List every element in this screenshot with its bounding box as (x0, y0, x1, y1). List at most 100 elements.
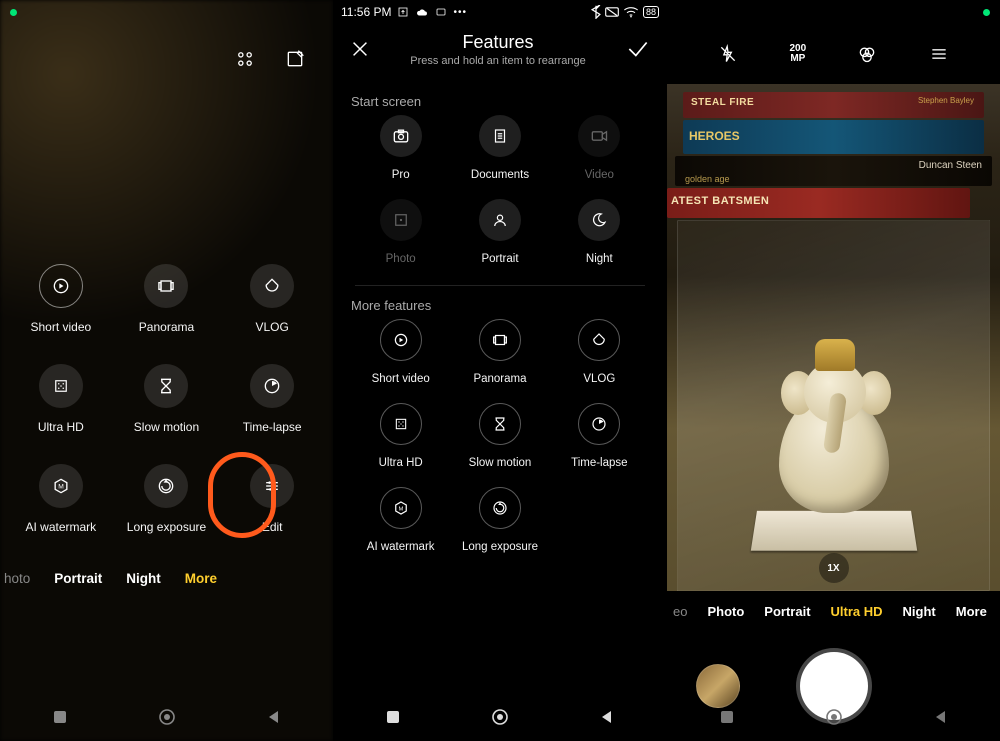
book-spine-text: STEAL FIRE (691, 97, 754, 108)
label: VLOG (255, 320, 288, 334)
close-icon[interactable] (349, 38, 371, 60)
feature-panorama[interactable]: Panorama (114, 264, 220, 334)
nav-home-icon[interactable] (158, 708, 176, 726)
item-short-video[interactable]: Short video (351, 319, 450, 385)
camera-mode-strip[interactable]: hoto Portrait Night More (0, 558, 333, 598)
item-vlog[interactable]: VLOG (550, 319, 649, 385)
resolution-indicator[interactable]: 200 MP (790, 44, 807, 64)
item-ultra-hd[interactable]: Ultra HD (351, 403, 450, 469)
item-video[interactable]: Video (550, 115, 649, 181)
mode-more[interactable]: More (185, 571, 217, 586)
feature-time-lapse[interactable]: Time-lapse (219, 364, 325, 434)
nav-back-icon[interactable] (266, 709, 282, 725)
label: Slow motion (469, 457, 532, 469)
item-panorama[interactable]: Panorama (450, 319, 549, 385)
label: AI watermark (25, 520, 96, 534)
compose-icon[interactable] (285, 49, 305, 69)
label: Slow motion (134, 420, 199, 434)
nav-home-icon[interactable] (491, 708, 509, 726)
item-time-lapse[interactable]: Time-lapse (550, 403, 649, 469)
nav-back-icon[interactable] (933, 709, 949, 725)
battery-indicator: 88 (643, 6, 659, 18)
label: Ultra HD (379, 457, 423, 469)
screenshot-camera-viewfinder: 200 MP STEAL FIRE Stephen Bayley HEROES … (667, 0, 1000, 741)
feature-short-video[interactable]: Short video (8, 264, 114, 334)
mode-portrait[interactable]: Portrait (764, 604, 810, 619)
filters-icon[interactable] (857, 44, 877, 64)
item-long-exposure[interactable]: Long exposure (450, 487, 549, 553)
mode-night[interactable]: Night (903, 604, 936, 619)
item-night[interactable]: Night (550, 199, 649, 265)
status-cloud-icon (415, 6, 429, 18)
label: Edit (262, 520, 283, 534)
nav-home-icon[interactable] (825, 708, 843, 726)
book-spine-text: HEROES (689, 129, 740, 143)
android-nav-bar (0, 693, 333, 741)
nav-recent-icon[interactable] (719, 709, 735, 725)
label: AI watermark (367, 541, 435, 553)
mode-portrait[interactable]: Portrait (54, 571, 102, 586)
mode-night[interactable]: Night (126, 571, 161, 586)
mode-ultra-hd[interactable]: Ultra HD (831, 604, 883, 619)
feature-long-exposure[interactable]: Long exposure (114, 464, 220, 534)
label: Photo (386, 253, 416, 265)
section-start-screen: Start screen (351, 94, 649, 109)
item-ai-watermark[interactable]: MAI watermark (351, 487, 450, 553)
android-nav-bar (333, 693, 667, 741)
status-card-icon (435, 6, 447, 18)
page-subtitle: Press and hold an item to rearrange (410, 55, 586, 67)
status-bar: 11:56 PM ••• 88 (333, 0, 667, 24)
wifi-icon (623, 6, 639, 18)
hamburger-menu-icon[interactable] (929, 44, 949, 64)
status-bar (667, 0, 1000, 24)
section-more-features: More features (351, 298, 649, 313)
camera-mode-strip[interactable]: eo Photo Portrait Ultra HD Night More (667, 591, 1000, 631)
item-pro[interactable]: Pro (351, 115, 450, 181)
label: Panorama (139, 320, 194, 334)
start-screen-grid: Pro Documents Video Photo Portrait Night (351, 115, 649, 265)
recording-indicator-dot (983, 9, 990, 16)
camera-top-toolbar: 200 MP (667, 24, 1000, 84)
status-upload-icon (397, 6, 409, 18)
zoom-level-badge[interactable]: 1X (819, 553, 849, 583)
more-features-grid: Short video Panorama VLOG Ultra HD Slow … (351, 319, 649, 553)
item-slow-motion[interactable]: Slow motion (450, 403, 549, 469)
mode-video-partial[interactable]: eo (673, 604, 687, 619)
status-time: 11:56 PM (341, 5, 391, 19)
label: VLOG (583, 373, 615, 385)
status-more-icon: ••• (453, 7, 467, 18)
mode-photo-partial[interactable]: hoto (4, 571, 30, 586)
recording-indicator-dot (10, 9, 17, 16)
android-nav-bar (667, 693, 1000, 741)
item-photo[interactable]: Photo (351, 199, 450, 265)
mode-photo[interactable]: Photo (707, 604, 744, 619)
feature-slow-motion[interactable]: Slow motion (114, 364, 220, 434)
item-documents[interactable]: Documents (450, 115, 549, 181)
book-spine-text: Stephen Bayley (918, 96, 974, 105)
book-spine-text: ATEST BATSMEN (671, 195, 769, 207)
confirm-check-icon[interactable] (625, 36, 651, 62)
flash-off-icon[interactable] (718, 44, 738, 64)
label: Long exposure (462, 541, 538, 553)
divider (355, 285, 645, 286)
nav-recent-icon[interactable] (385, 709, 401, 725)
label: Pro (392, 169, 410, 181)
feature-edit[interactable]: Edit (219, 464, 325, 534)
camera-viewfinder[interactable]: STEAL FIRE Stephen Bayley HEROES Duncan … (667, 84, 1000, 591)
screenshot-features-rearrange: 11:56 PM ••• 88 Features Press and hold … (333, 0, 667, 741)
page-title: Features (462, 32, 533, 53)
label: Night (586, 253, 613, 265)
nav-back-icon[interactable] (599, 709, 615, 725)
no-sim-icon (605, 6, 619, 18)
svg-text:M: M (58, 484, 64, 491)
status-bar (0, 0, 333, 24)
modes-grid-icon[interactable] (235, 49, 255, 69)
label: Time-lapse (571, 457, 627, 469)
feature-ai-watermark[interactable]: M AI watermark (8, 464, 114, 534)
feature-ultra-hd[interactable]: Ultra HD (8, 364, 114, 434)
item-portrait[interactable]: Portrait (450, 199, 549, 265)
nav-recent-icon[interactable] (52, 709, 68, 725)
more-features-grid: Short video Panorama VLOG Ultra HD Slow … (0, 264, 333, 534)
feature-vlog[interactable]: VLOG (219, 264, 325, 334)
mode-more[interactable]: More (956, 604, 987, 619)
